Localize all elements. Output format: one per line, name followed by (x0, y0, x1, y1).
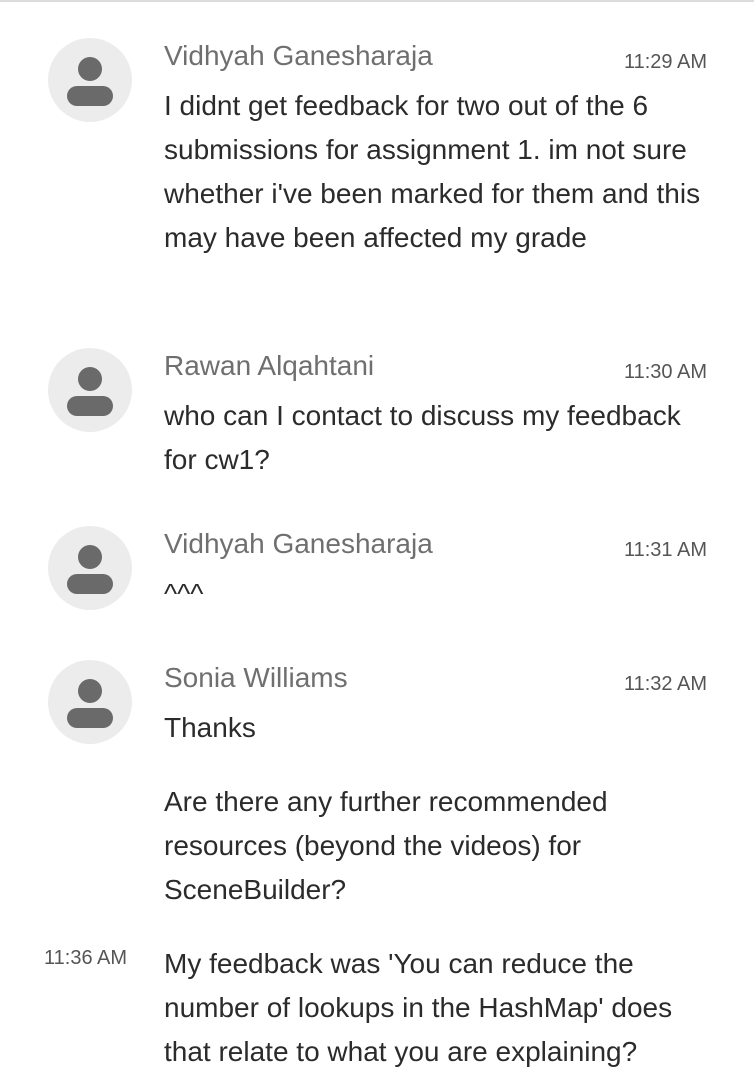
message-text-followup: Are there any further recommended resour… (164, 786, 608, 905)
top-divider (0, 0, 754, 2)
sender-name: Rawan Alqahtani (164, 350, 375, 381)
user-silhouette-icon (67, 367, 113, 416)
sender-name: Vidhyah Ganesharaja (164, 40, 433, 71)
message-text-followup: My feedback was 'You can reduce the numb… (164, 948, 673, 1067)
message-text: who can I contact to discuss my feedback… (164, 400, 681, 475)
user-silhouette-icon (67, 545, 113, 594)
message-text: Thanks (164, 712, 256, 743)
message-timestamp: 11:29 AM (623, 51, 707, 73)
sender-name: Vidhyah Ganesharaja (164, 528, 433, 559)
avatar[interactable] (48, 526, 132, 610)
message-text: I didnt get feedback for two out of the … (164, 90, 701, 253)
user-silhouette-icon (67, 57, 113, 106)
avatar[interactable] (48, 348, 132, 432)
sender-name: Sonia Williams (164, 662, 348, 693)
avatar[interactable] (48, 660, 132, 744)
message-timestamp: 11:30 AM (623, 361, 707, 383)
message-text: ^^^ (164, 578, 204, 609)
avatar[interactable] (48, 38, 132, 122)
message-timestamp: 11:31 AM (623, 539, 707, 561)
followup-timestamp: 11:36 AM (44, 947, 128, 969)
user-silhouette-icon (67, 679, 113, 728)
message-timestamp: 11:32 AM (623, 673, 707, 695)
